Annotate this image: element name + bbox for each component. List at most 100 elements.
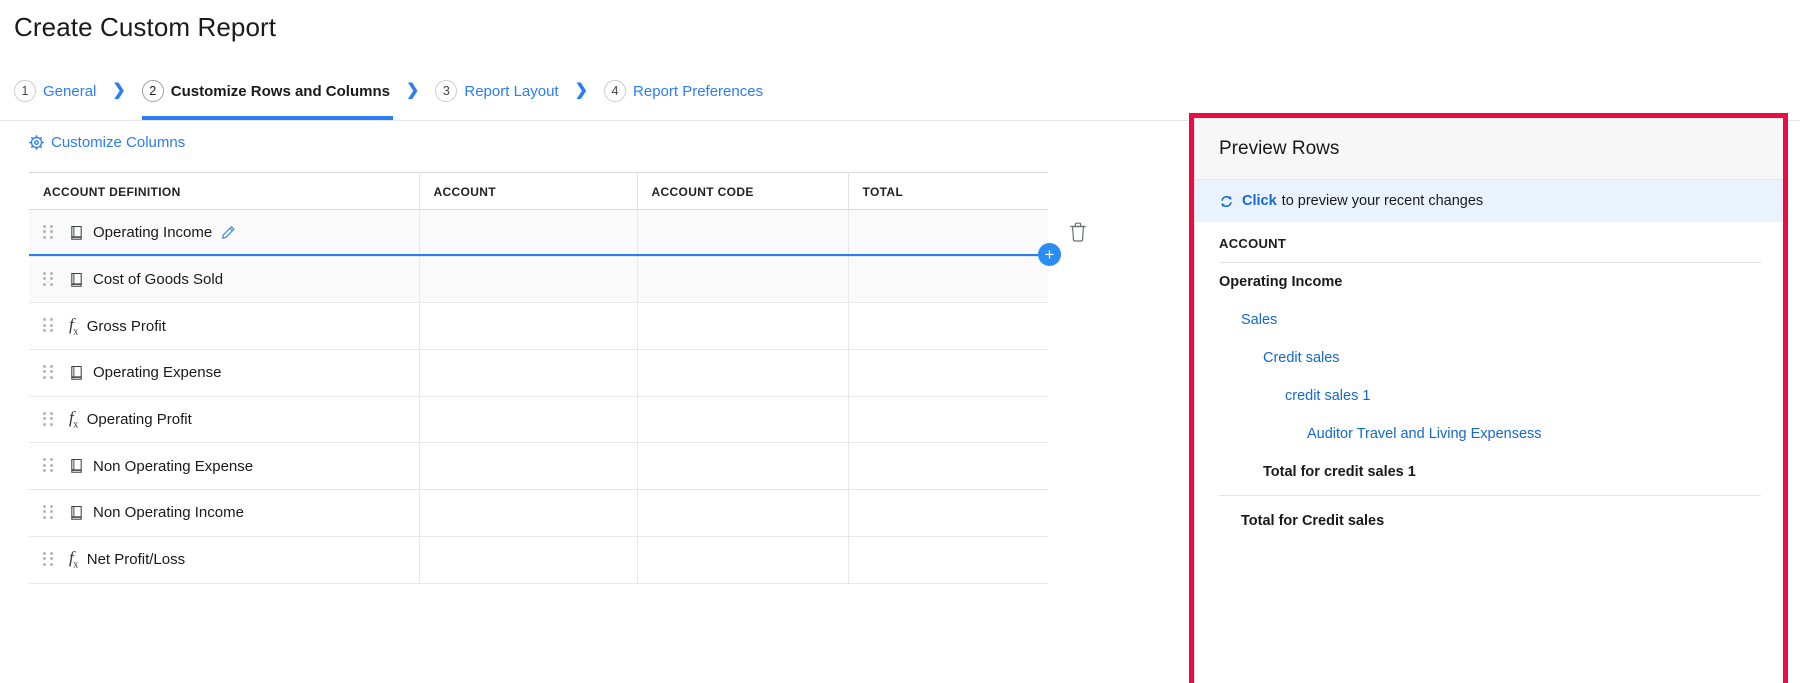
account-code-cell[interactable] — [637, 443, 848, 490]
step-label: Report Layout — [464, 83, 558, 100]
drag-handle-icon[interactable] — [43, 272, 57, 288]
edit-pencil-icon[interactable] — [220, 225, 236, 241]
account-definition-cell[interactable]: Non Operating Expense — [29, 443, 419, 490]
gear-icon — [29, 135, 44, 150]
preview-column-header: ACCOUNT — [1195, 222, 1783, 262]
total-cell[interactable] — [848, 256, 1048, 303]
account-cell[interactable] — [419, 490, 637, 537]
column-header: ACCOUNT CODE — [637, 173, 848, 210]
account-cell[interactable] — [419, 350, 637, 397]
rows-table: ACCOUNT DEFINITIONACCOUNTACCOUNT CODETOT… — [29, 172, 1048, 584]
preview-click-link[interactable]: Click — [1242, 193, 1277, 209]
account-cell[interactable] — [419, 303, 637, 350]
customize-columns-label: Customize Columns — [51, 134, 185, 151]
refresh-icon — [1219, 194, 1234, 209]
preview-rows-panel: Preview Rows Click to preview your recen… — [1194, 118, 1783, 683]
step-number: 4 — [604, 80, 626, 102]
ledger-icon — [69, 225, 84, 241]
table-row[interactable]: Non Operating Expense — [29, 443, 1048, 490]
step-breadcrumb: 1 General ❯ 2 Customize Rows and Columns ❯ 3Re… — [14, 74, 763, 108]
preview-refresh-banner[interactable]: Click to preview your recent changes — [1195, 180, 1783, 222]
step-chevron-icon: ❯ — [406, 83, 419, 99]
preview-rows-list: Operating IncomeSalesCredit salescredit … — [1195, 263, 1783, 540]
account-cell[interactable] — [419, 210, 637, 257]
account-code-cell[interactable] — [637, 303, 848, 350]
total-cell[interactable] — [848, 396, 1048, 443]
table-row[interactable]: fxNet Profit/Loss — [29, 536, 1048, 583]
account-code-cell[interactable] — [637, 210, 848, 257]
delete-row-button[interactable] — [1068, 221, 1090, 243]
customize-columns-button[interactable]: Customize Columns — [29, 134, 185, 151]
preview-row: Total for credit sales 1 — [1195, 453, 1783, 491]
preview-panel-title: Preview Rows — [1219, 138, 1339, 160]
account-definition-cell[interactable]: Operating Expense — [29, 350, 419, 397]
total-cell[interactable] — [848, 303, 1048, 350]
table-row[interactable]: Cost of Goods Sold — [29, 256, 1048, 303]
account-code-cell[interactable] — [637, 536, 848, 583]
preview-banner-text: to preview your recent changes — [1282, 193, 1484, 209]
step-chevron-icon: ❯ — [112, 83, 125, 99]
table-row[interactable]: fx Operating Profit — [29, 396, 1048, 443]
ledger-icon — [69, 458, 84, 474]
preview-account-link[interactable]: Sales — [1195, 301, 1783, 339]
step-label: General — [43, 83, 96, 100]
drag-handle-icon[interactable] — [43, 318, 57, 334]
account-cell[interactable] — [419, 443, 637, 490]
account-definition-cell[interactable]: fxNet Profit/Loss — [29, 536, 419, 583]
account-definition-cell[interactable]: fx Operating Profit — [29, 396, 419, 443]
table-row[interactable]: Operating Income — [29, 210, 1048, 257]
account-cell[interactable] — [419, 396, 637, 443]
total-cell[interactable] — [848, 350, 1048, 397]
step-label: Customize Rows and Columns — [171, 83, 390, 100]
preview-highlight-outline: Preview Rows Click to preview your recen… — [1189, 113, 1788, 683]
table-row[interactable]: fxGross Profit — [29, 303, 1048, 350]
drag-handle-icon[interactable] — [43, 458, 57, 474]
preview-account-link[interactable]: Auditor Travel and Living Expensess — [1195, 415, 1783, 453]
row-label: Operating Profit — [87, 411, 192, 428]
table-header-row: ACCOUNT DEFINITIONACCOUNTACCOUNT CODETOT… — [29, 173, 1048, 210]
preview-row: Total for Credit sales — [1195, 502, 1783, 540]
account-definition-cell[interactable]: Non Operating Income — [29, 490, 419, 537]
account-code-cell[interactable] — [637, 350, 848, 397]
total-cell[interactable] — [848, 210, 1048, 257]
step-label: Report Preferences — [633, 83, 763, 100]
column-header: ACCOUNT — [419, 173, 637, 210]
preview-row: Operating Income — [1195, 263, 1783, 301]
row-insert-indicator — [29, 254, 1048, 256]
account-code-cell[interactable] — [637, 490, 848, 537]
drag-handle-icon[interactable] — [43, 505, 57, 521]
formula-icon: fx — [69, 408, 78, 430]
drag-handle-icon[interactable] — [43, 552, 57, 568]
row-label: Non Operating Expense — [93, 458, 253, 475]
row-label: Operating Expense — [93, 364, 221, 381]
account-cell[interactable] — [419, 256, 637, 303]
drag-handle-icon[interactable] — [43, 412, 57, 428]
step-3[interactable]: 3Report Layout — [435, 74, 558, 108]
account-definition-cell[interactable]: Cost of Goods Sold — [29, 256, 419, 303]
total-cell[interactable] — [848, 490, 1048, 537]
step-1[interactable]: 1 General — [14, 74, 96, 108]
table-row[interactable]: Non Operating Income — [29, 490, 1048, 537]
preview-account-link[interactable]: Credit sales — [1195, 339, 1783, 377]
account-code-cell[interactable] — [637, 256, 848, 303]
step-4[interactable]: 4 Report Preferences — [604, 74, 763, 108]
account-cell[interactable] — [419, 536, 637, 583]
account-code-cell[interactable] — [637, 396, 848, 443]
account-definition-cell[interactable]: Operating Income — [29, 210, 419, 257]
step-number: 2 — [142, 80, 164, 102]
create-custom-report-page: Create Custom Report 1General❯2Customize… — [0, 0, 1800, 683]
preview-account-link[interactable]: credit sales 1 — [1195, 377, 1783, 415]
drag-handle-icon[interactable] — [43, 365, 57, 381]
add-row-button[interactable]: + — [1038, 243, 1061, 266]
total-cell[interactable] — [848, 536, 1048, 583]
total-cell[interactable] — [848, 443, 1048, 490]
column-header: TOTAL — [848, 173, 1048, 210]
step-2[interactable]: 2 Customize Rows and Columns — [142, 74, 390, 108]
table-row[interactable]: Operating Expense — [29, 350, 1048, 397]
drag-handle-icon[interactable] — [43, 225, 57, 241]
step-number: 1 — [14, 80, 36, 102]
row-label: Cost of Goods Sold — [93, 271, 223, 288]
preview-row-divider — [1219, 495, 1761, 496]
row-label: Net Profit/Loss — [87, 551, 185, 568]
account-definition-cell[interactable]: fxGross Profit — [29, 303, 419, 350]
